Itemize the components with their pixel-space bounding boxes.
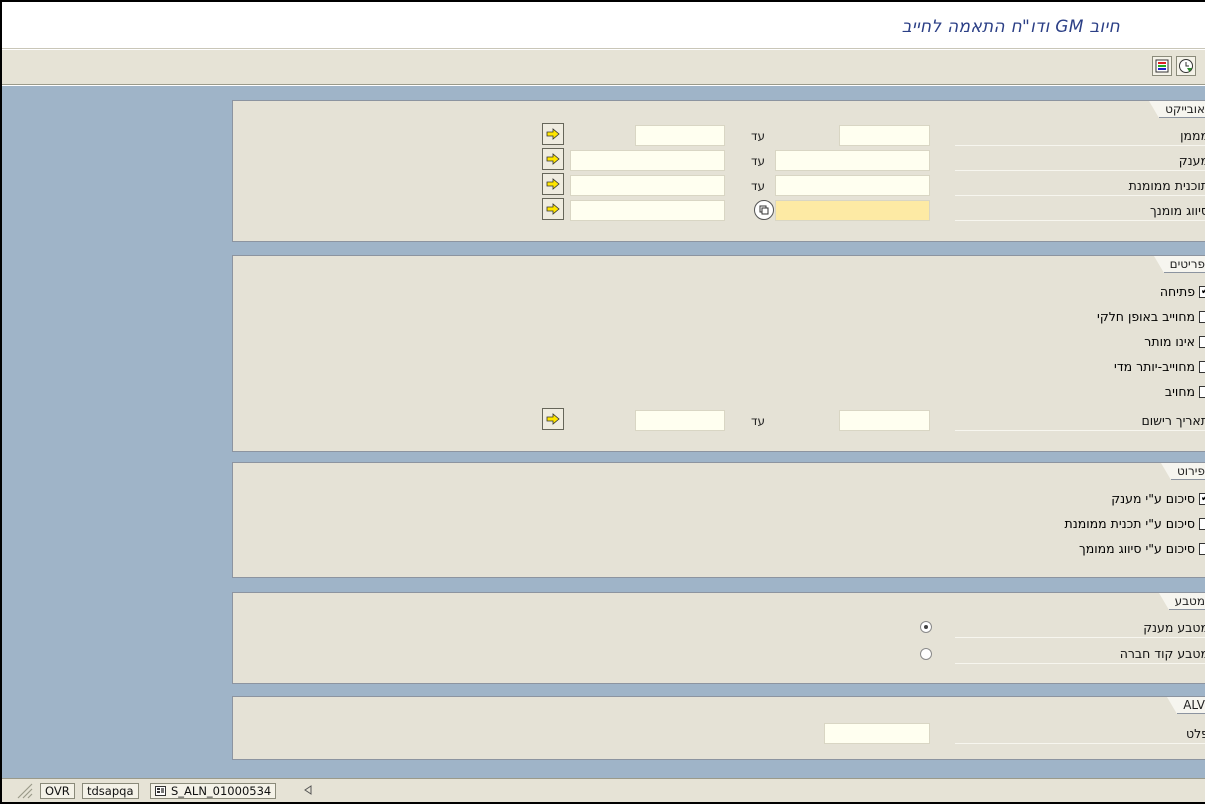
to-label: עד xyxy=(751,154,766,168)
checkbox-summary-by-class[interactable]: סיכום ע"י סיווג ממומך xyxy=(1079,541,1205,556)
multiple-selection-button[interactable] xyxy=(542,408,564,430)
sponsored-class-to-field[interactable] xyxy=(570,200,725,221)
checkbox-label: סיכום ע"י סיווג ממומך xyxy=(1079,541,1195,556)
label-layout: פלט xyxy=(955,724,1205,744)
label-sponsored-class: סיווג מומנך xyxy=(955,201,1205,221)
program-to-field[interactable] xyxy=(570,175,725,196)
execute-clock-icon[interactable] xyxy=(1176,56,1196,76)
to-label: עד xyxy=(751,179,766,193)
group-items: פריטים ✔פתיחה מחוייב באופן חלקי אינו מות… xyxy=(232,255,1205,452)
checkbox-partially-billed[interactable]: מחוייב באופן חלקי xyxy=(1097,309,1205,324)
group-detail: פירוט ✔סיכום ע"י מענק סיכום ע"י תכנית ממ… xyxy=(232,462,1205,578)
radio-company-code-currency[interactable] xyxy=(920,648,932,660)
application-toolbar xyxy=(2,50,1205,85)
group-title: פריטים xyxy=(1153,256,1205,273)
group-object: אובייקט מממן עד מענק עד תוכנית ממומנת עד… xyxy=(232,100,1205,242)
multiple-selection-button[interactable] xyxy=(542,173,564,195)
layout-field[interactable] xyxy=(824,723,930,744)
program-from-field[interactable] xyxy=(775,175,930,196)
posting-date-to-field[interactable] xyxy=(635,410,725,431)
checkbox-over-billed[interactable]: מחוייב-יותר מדי xyxy=(1114,359,1205,374)
status-bar: OVR tdsapqa S_ALN_01000534 xyxy=(2,778,1205,802)
title-bar: חיוב GM ודו"ח התאמה לחייב xyxy=(2,2,1205,49)
checkbox-open[interactable]: ✔פתיחה xyxy=(1160,284,1205,299)
multiple-selection-button[interactable] xyxy=(542,123,564,145)
grant-to-field[interactable] xyxy=(570,150,725,171)
session-indicator[interactable]: S_ALN_01000534 xyxy=(150,783,277,799)
session-icon xyxy=(155,786,166,796)
search-help-icon[interactable] xyxy=(754,200,774,220)
to-label: עד xyxy=(751,129,766,143)
checkbox-summary-by-program[interactable]: סיכום ע"י תכנית ממומנת xyxy=(1065,516,1205,531)
checkbox-label: פתיחה xyxy=(1159,284,1195,299)
sponsored-class-from-field[interactable] xyxy=(775,200,930,221)
checkbox-label: מחויב xyxy=(1164,384,1195,399)
posting-date-from-field[interactable] xyxy=(839,410,930,431)
collapse-arrow-icon[interactable] xyxy=(304,785,312,795)
checkbox-not-allowed[interactable]: אינו מותר xyxy=(1144,334,1205,349)
group-title: אובייקט xyxy=(1149,101,1205,118)
grant-from-field[interactable] xyxy=(775,150,930,171)
label-company-code-currency: מטבע קוד חברה xyxy=(955,644,1205,664)
multiple-selection-button[interactable] xyxy=(542,198,564,220)
group-title: מטבע xyxy=(1158,593,1205,610)
funder-from-field[interactable] xyxy=(839,125,930,146)
label-grant: מענק xyxy=(955,151,1205,171)
server-indicator: tdsapqa xyxy=(82,783,139,799)
label-sponsored-program: תוכנית ממומנת xyxy=(955,176,1205,196)
insert-mode-indicator: OVR xyxy=(40,783,75,799)
group-alv: ALV פלט xyxy=(232,696,1205,760)
multiple-selection-button[interactable] xyxy=(542,148,564,170)
funder-to-field[interactable] xyxy=(635,125,725,146)
radio-grant-currency[interactable] xyxy=(920,621,932,633)
group-title: ALV xyxy=(1167,697,1205,714)
label-posting-date: תאריך רישום xyxy=(955,411,1205,431)
label-grant-currency: מטבע מענק xyxy=(955,618,1205,638)
checkbox-billed[interactable]: מחויב xyxy=(1165,384,1205,399)
checkbox-label: מחוייב-יותר מדי xyxy=(1114,359,1195,374)
checkbox-label: סיכום ע"י מענק xyxy=(1111,491,1195,506)
to-label: עד xyxy=(751,414,766,428)
resize-grip-icon xyxy=(17,783,33,799)
session-label: S_ALN_01000534 xyxy=(171,784,272,798)
page-title: חיוב GM ודו"ח התאמה לחייב xyxy=(901,17,1120,37)
selection-screen: אובייקט מממן עד מענק עד תוכנית ממומנת עד… xyxy=(2,86,1205,778)
group-title: פירוט xyxy=(1160,463,1205,480)
label-funder: מממן xyxy=(955,126,1205,146)
checkbox-label: סיכום ע"י תכנית ממומנת xyxy=(1064,516,1195,531)
color-legend-icon[interactable] xyxy=(1152,56,1172,76)
checkbox-label: אינו מותר xyxy=(1144,334,1195,349)
checkbox-label: מחוייב באופן חלקי xyxy=(1097,309,1195,324)
checkbox-summary-by-grant[interactable]: ✔סיכום ע"י מענק xyxy=(1111,491,1205,506)
group-currency: מטבע מטבע מענק מטבע קוד חברה xyxy=(232,592,1205,684)
